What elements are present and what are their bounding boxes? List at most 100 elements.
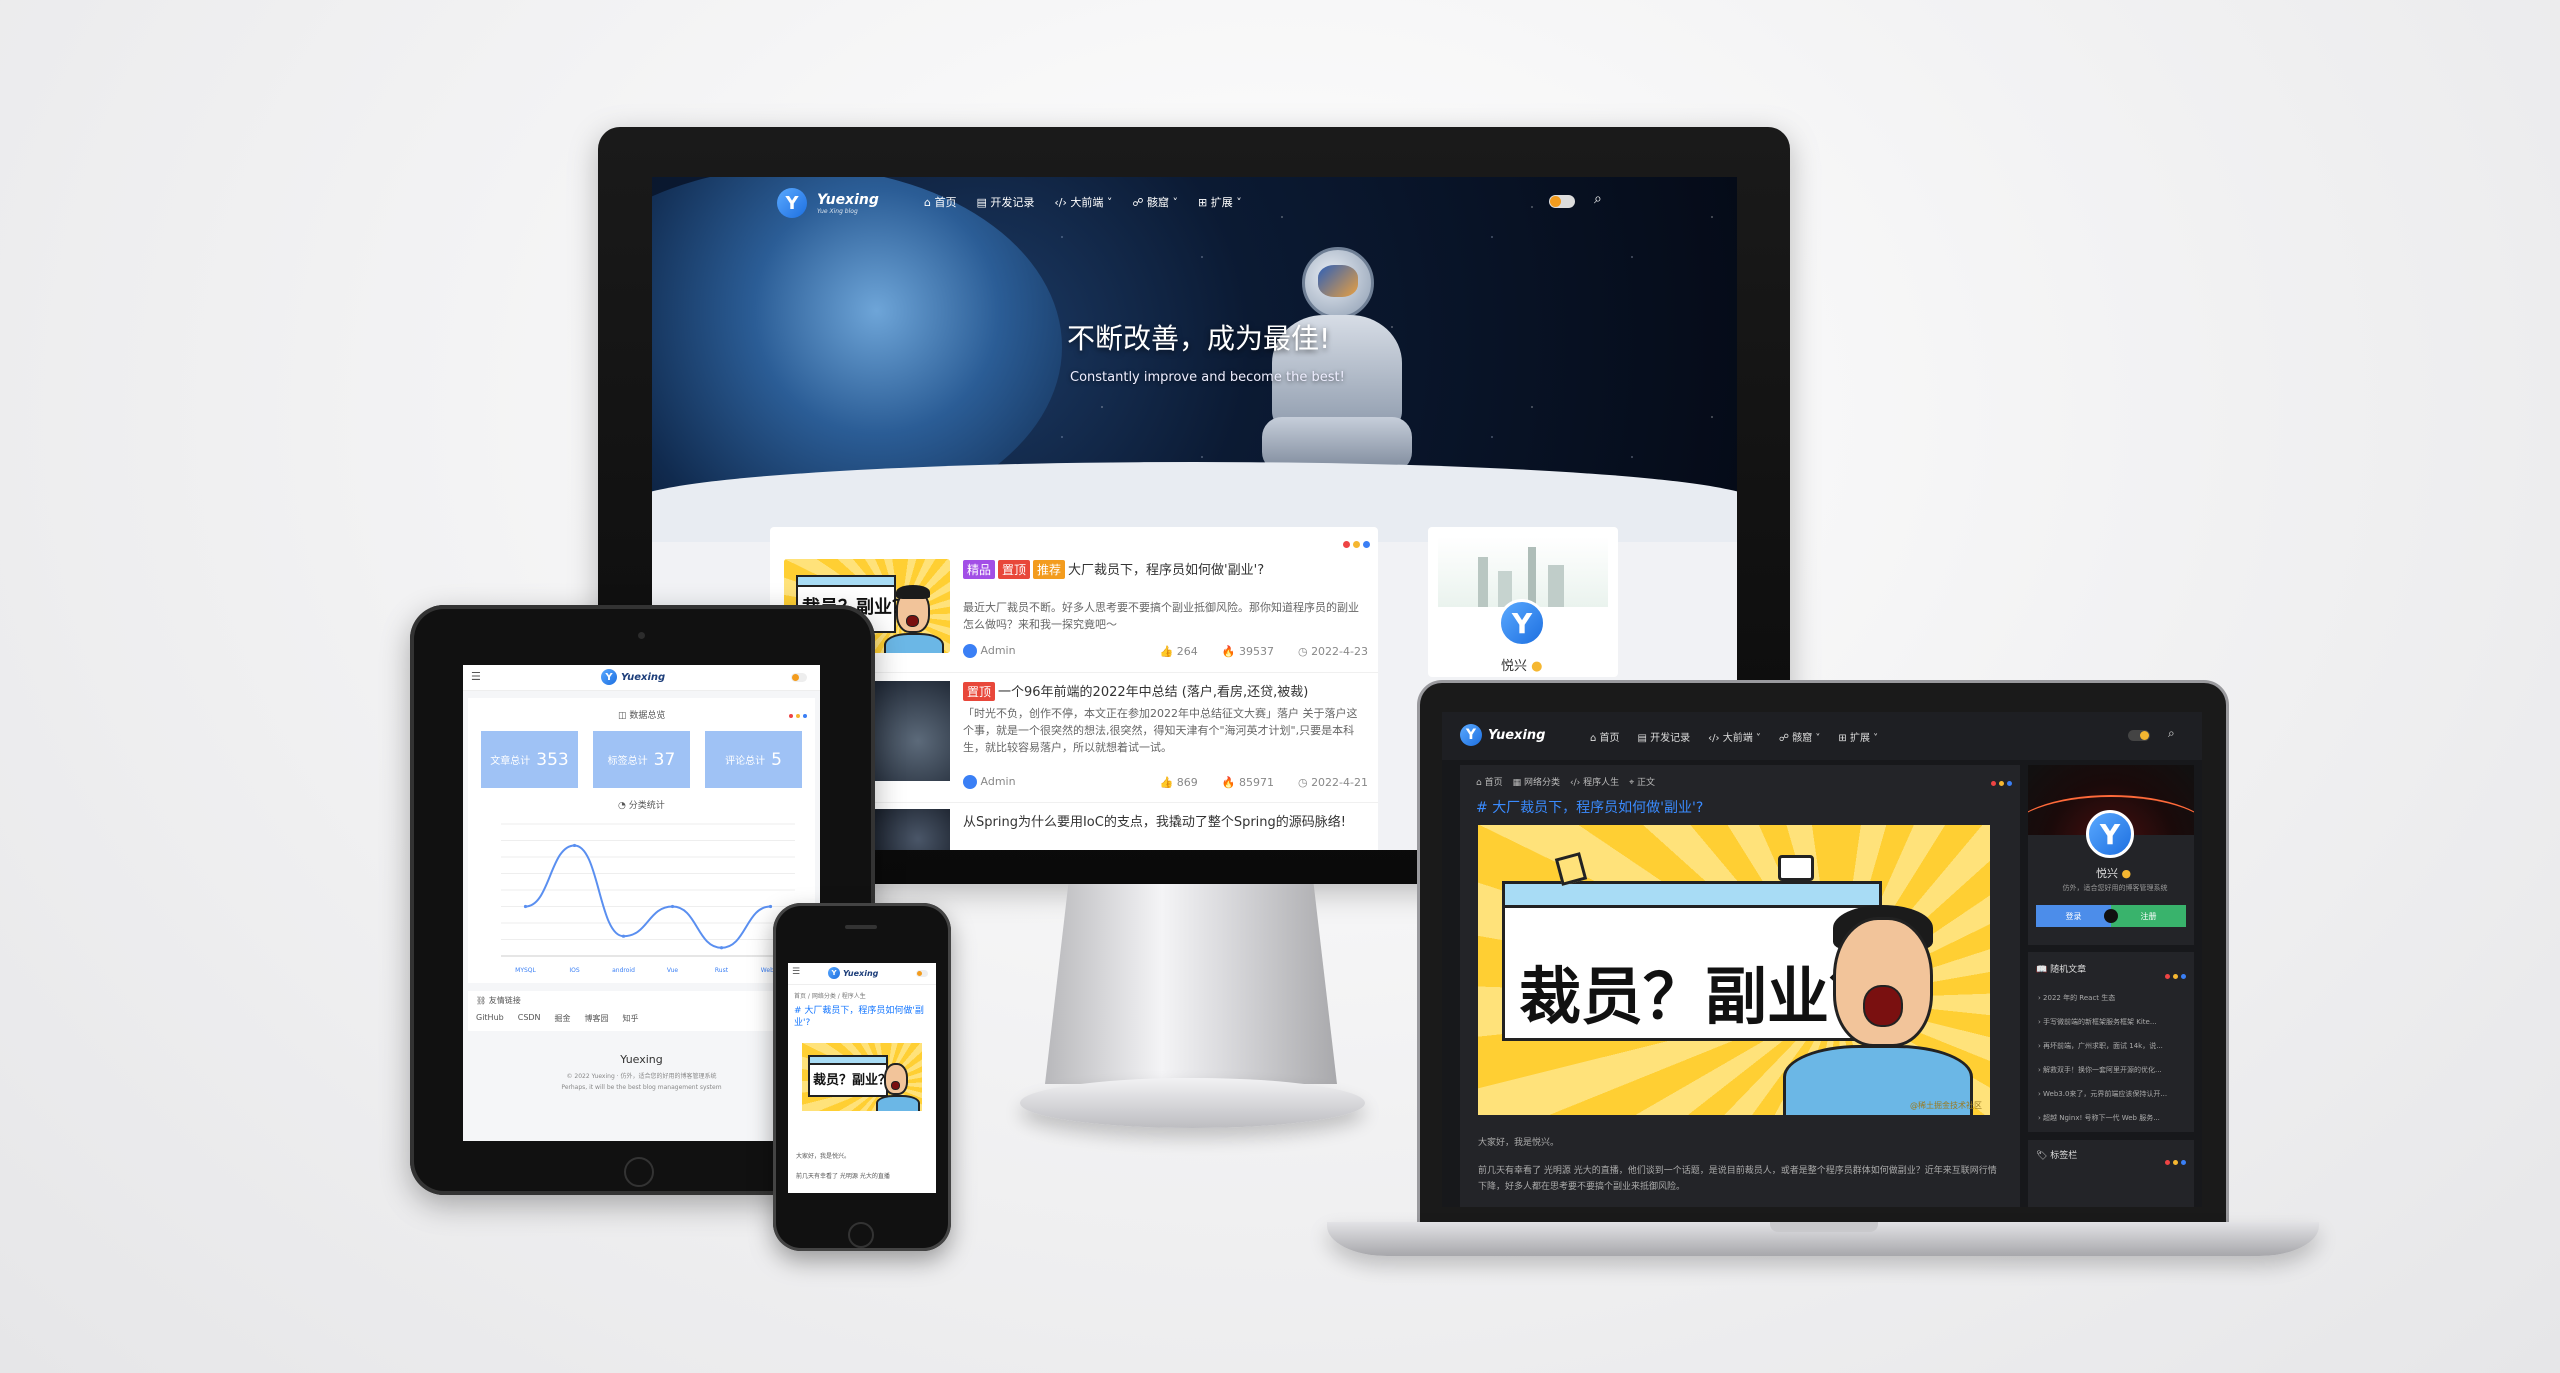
profile-card: Y 悦兴 ●	[1428, 527, 1618, 677]
laptop-nav: Y Yuexing ⌂ 首页 ▤ 开发记录 ‹/› 大前端 ˅ ☍ 骸窟 ˅ ⊞ …	[1442, 712, 2202, 760]
tag-badge: 置顶	[998, 560, 1031, 579]
profile-banner-city	[1438, 537, 1608, 607]
logo-y-icon: Y	[777, 188, 807, 218]
logo-text: Yuexing	[1488, 727, 1546, 743]
random-post-link[interactable]: › 2022 年的 React 生态	[2038, 986, 2188, 1010]
site-logo[interactable]: Y Yuexing Yue Xing blog	[777, 188, 879, 218]
fire-icon: 🔥	[1221, 644, 1239, 658]
post-title[interactable]: 从Spring为什么要用IoC的支点，我撬动了整个Spring的源码脉络!	[963, 811, 1346, 830]
users-icon: ☍	[1132, 196, 1148, 209]
breadcrumb-item[interactable]: 程序人生	[842, 993, 866, 1000]
stat-value: 5	[771, 749, 782, 770]
pin-icon: ⌖	[1629, 778, 1638, 788]
logo-tagline: Yue Xing blog	[817, 207, 858, 215]
breadcrumb-item: ⌖ 正文	[1629, 775, 1655, 788]
home-icon: ⌂	[924, 196, 935, 209]
moon-icon	[2140, 731, 2149, 740]
profile-name: 悦兴 ●	[2096, 865, 2131, 881]
theme-toggle[interactable]	[1549, 195, 1575, 208]
friend-link[interactable]: CSDN	[518, 1013, 541, 1024]
tablet-screen: ☰ Y Yuexing ◫ 数据总览 文章总计 353 标签总计 37 评论总计 5 ◔…	[463, 665, 820, 1141]
avatar	[963, 775, 977, 789]
post-title[interactable]: 大厂裁员下，程序员如何做'副业'?	[1068, 563, 1264, 578]
breadcrumb-item[interactable]: 网络分类	[812, 993, 836, 1000]
breadcrumb-item[interactable]: ▦ 网络分类	[1513, 775, 1560, 788]
breadcrumb-item[interactable]: 首页	[794, 993, 806, 1000]
nav-item-group[interactable]: ☍ 骸窟 ˅	[1132, 194, 1178, 210]
search-icon[interactable]: ⌕	[1594, 191, 1602, 207]
theme-toggle[interactable]	[916, 970, 928, 977]
links-title: ⛓ 友情链接	[476, 995, 521, 1006]
nav-item-dev[interactable]: ▤ 开发记录	[1638, 729, 1691, 744]
grid-icon: ▦	[1512, 778, 1524, 788]
article-paragraph: 前几天有幸看了 光明源 光大的直播	[796, 1173, 890, 1180]
article-title-text: 大厂裁员下，程序员如何做'副业'?	[1492, 800, 1704, 816]
breadcrumb-item[interactable]: ⌂ 首页	[1476, 775, 1503, 788]
profile-name-text: 悦兴	[2096, 867, 2118, 880]
category-line-chart: MYSQL IOS android Vue Rust WebGl	[501, 823, 795, 974]
nav-item-dev[interactable]: ▤ 开发记录	[976, 194, 1034, 210]
site-logo[interactable]: Y Yuexing	[828, 967, 878, 979]
links-title-text: 友情链接	[488, 996, 521, 1005]
hero-subtitle: Constantly improve and become the best!	[1070, 370, 1345, 385]
overview-card: ◫ 数据总览 文章总计 353 标签总计 37 评论总计 5 ◔ 分类统计 MYSQL…	[468, 698, 815, 983]
article-paragraph: 大家好，我是悦兴。	[796, 1153, 851, 1160]
avatar	[963, 644, 977, 658]
theme-toggle[interactable]	[791, 673, 807, 682]
friend-link[interactable]: GitHub	[476, 1013, 504, 1024]
random-post-link[interactable]: › 手写微前端的新框架服务框架 Kite...	[2038, 1010, 2188, 1034]
like-count: 👍 264	[1160, 645, 1198, 658]
tag-badge: 置顶	[963, 682, 996, 701]
site-logo[interactable]: Y Yuexing	[1460, 724, 1545, 746]
post-thumbnail	[870, 809, 950, 850]
avatar[interactable]: Y	[1498, 599, 1546, 647]
random-post-link[interactable]: › 超越 Nginx! 号称下一代 Web 服务...	[2038, 1106, 2188, 1130]
nav-item-extend[interactable]: ⊞ 扩展 ˅	[1838, 729, 1878, 744]
friend-link[interactable]: 博客园	[585, 1013, 609, 1024]
home-icon: ⌂	[1590, 733, 1600, 744]
nav-item-home[interactable]: ⌂ 首页	[924, 194, 956, 210]
home-icon: ⌂	[1476, 778, 1485, 788]
nav-item-group[interactable]: ☍ 骸窟 ˅	[1779, 729, 1821, 744]
nav-item-extend[interactable]: ⊞ 扩展 ˅	[1198, 194, 1242, 210]
nav-item-home[interactable]: ⌂ 首页	[1590, 729, 1620, 744]
toggle-knob-icon	[792, 674, 799, 681]
views-value: 39537	[1238, 644, 1274, 658]
post-excerpt: 最近大厂裁员不断。好多人思考要不要搞个副业抵御风险。那你知道程序员的副业怎么做吗…	[963, 601, 1359, 631]
article-title-text: 大厂裁员下，程序员如何做'副业'?	[794, 1006, 924, 1028]
breadcrumb-item[interactable]: ‹/› 程序人生	[1570, 775, 1619, 788]
random-post-link[interactable]: › 解救双手！换你一套阿里开源的优化...	[2038, 1058, 2188, 1082]
hash-icon: #	[1476, 800, 1493, 816]
nav-item-frontend[interactable]: ‹/› 大前端 ˅	[1708, 729, 1761, 744]
clock-icon: ◷	[1297, 644, 1312, 658]
author[interactable]: Admin	[963, 644, 1016, 658]
menu-icon[interactable]: ☰	[792, 967, 800, 977]
site-logo[interactable]: Y Yuexing	[601, 669, 665, 685]
code-icon: ‹/›	[1054, 196, 1071, 209]
stat-value: 353	[536, 749, 569, 770]
like-count: 👍 869	[1160, 776, 1198, 789]
doc-icon: ▤	[1637, 733, 1651, 744]
tablet-footer: Yuexing © 2022 Yuexing · 仿外，适合您的好用的博客管理系…	[463, 1045, 820, 1105]
avatar[interactable]: Y	[2086, 810, 2134, 858]
friend-link[interactable]: 掘金	[555, 1013, 571, 1024]
stat-card-tags: 标签总计 37	[593, 731, 690, 788]
register-button[interactable]: 注册	[2111, 905, 2186, 927]
thumbs-up-icon: 👍	[1159, 644, 1177, 658]
menu-icon[interactable]: ☰	[471, 670, 481, 683]
random-post-link[interactable]: › 再坏前端，广州求职，面试 14k，说...	[2038, 1034, 2188, 1058]
overview-title-text: 数据总览	[629, 711, 666, 721]
random-post-link[interactable]: › Web3.0来了，元界前端应该保持认开...	[2038, 1082, 2188, 1106]
fire-icon: 🔥	[1221, 775, 1239, 789]
chart-title-text: 分类统计	[628, 801, 665, 811]
author[interactable]: Admin	[963, 775, 1016, 789]
friend-link[interactable]: 知乎	[623, 1013, 639, 1024]
nav-item-frontend[interactable]: ‹/› 大前端 ˅	[1054, 194, 1112, 210]
login-button[interactable]: 登录	[2036, 905, 2111, 927]
search-icon[interactable]: ⌕	[2168, 726, 2175, 741]
chart-title: ◔ 分类统计	[618, 798, 665, 811]
pie-icon: ◔	[618, 801, 629, 811]
theme-toggle[interactable]	[2128, 730, 2150, 741]
chart-icon: ◫	[618, 711, 630, 721]
post-title[interactable]: 一个96年前端的2022年中总结 (落户,看房,还贷,被裁)	[998, 685, 1308, 700]
